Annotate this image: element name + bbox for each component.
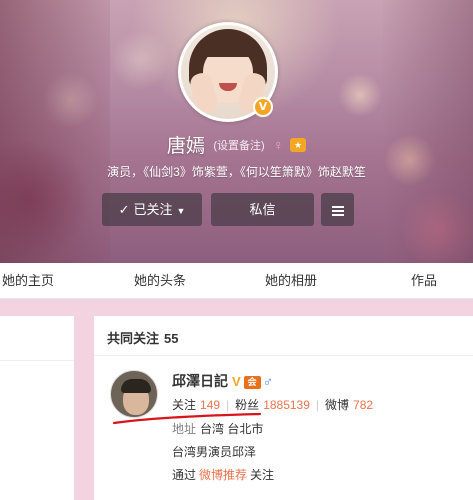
follow-stat-label: 关注 (172, 398, 197, 412)
more-menu-button[interactable] (321, 193, 354, 226)
common-follows-panel: 共同关注 55 邱澤日記 V 会 ♂ 关注 149 | 粉丝 1885139 | 微博 782 地址台… (94, 316, 473, 500)
menu-icon (331, 204, 344, 218)
verified-v-icon: V (232, 374, 241, 389)
weibo-stat-count[interactable]: 782 (353, 398, 373, 412)
chevron-down-icon: ▼ (176, 206, 186, 216)
via-suffix: 关注 (250, 468, 275, 482)
stat-separator: | (226, 398, 230, 412)
common-follows-label: 共同关注 (107, 331, 160, 346)
user-avatar-hair (121, 379, 151, 393)
common-follows-title: 共同关注 55 (107, 328, 178, 347)
weibo-recommend-link[interactable]: 微博推荐 (199, 468, 247, 482)
weibo-stat-label: 微博 (325, 398, 350, 412)
male-icon: ♂ (262, 373, 274, 389)
set-remark-link[interactable]: (设置备注) (213, 140, 264, 152)
common-follows-count: 55 (164, 331, 179, 346)
user-stats: 关注 149 | 粉丝 1885139 | 微博 782 (172, 396, 373, 413)
member-icon[interactable]: 会 (243, 375, 261, 389)
tab-her-album[interactable]: 她的相册 (265, 263, 317, 299)
user-avatar[interactable] (110, 370, 158, 418)
location-value: 台湾 台北市 (200, 422, 264, 436)
profile-cover: V 唐嫣 (设置备注) ♀ ★ 演员，《仙剑3》饰紫萱，《何以笙箫默》饰赵默笙 … (0, 0, 473, 263)
profile-name: 唐嫣 (166, 136, 205, 157)
user-name-link[interactable]: 邱澤日記 (172, 373, 228, 389)
message-button[interactable]: 私信 (211, 193, 314, 226)
tab-works[interactable]: 作品 (411, 263, 437, 299)
follow-stat-count[interactable]: 149 (200, 398, 220, 412)
avatar-bangs (201, 39, 255, 57)
tab-her-homepage[interactable]: 她的主页 (2, 263, 54, 299)
fans-stat-count[interactable]: 1885139 (263, 398, 310, 412)
following-button[interactable]: ✓ 已关注 ▼ (102, 193, 202, 226)
sidebar-divider (0, 360, 74, 361)
stat-separator: | (315, 398, 320, 412)
user-name-row: 邱澤日記 V 会 ♂ (172, 371, 273, 391)
tab-her-headlines[interactable]: 她的头条 (134, 263, 186, 299)
vip-icon[interactable]: ★ (290, 137, 307, 152)
panel-divider (94, 355, 473, 356)
via-prefix: 通过 (172, 468, 197, 482)
check-icon: ✓ (118, 202, 130, 217)
profile-bio: 演员，《仙剑3》饰紫萱，《何以笙箫默》饰赵默笙 (107, 165, 366, 179)
left-sidebar-panel (0, 316, 74, 500)
profile-actions: ✓ 已关注 ▼ 私信 (0, 193, 473, 227)
profile-tab-bar: 她的主页 她的头条 她的相册 作品 (0, 263, 473, 299)
profile-name-row: 唐嫣 (设置备注) ♀ ★ (0, 131, 473, 158)
fans-stat-label: 粉丝 (235, 398, 260, 412)
user-description: 台湾男演员邱泽 (172, 445, 257, 459)
user-follow-source: 通过 微博推荐 关注 (172, 466, 274, 483)
female-icon: ♀ (273, 136, 284, 153)
following-label: 已关注 (133, 202, 173, 217)
user-location: 地址 台湾 台北市 (172, 420, 263, 437)
verified-badge-icon: V (253, 97, 273, 117)
location-label: 地址 (172, 422, 197, 436)
